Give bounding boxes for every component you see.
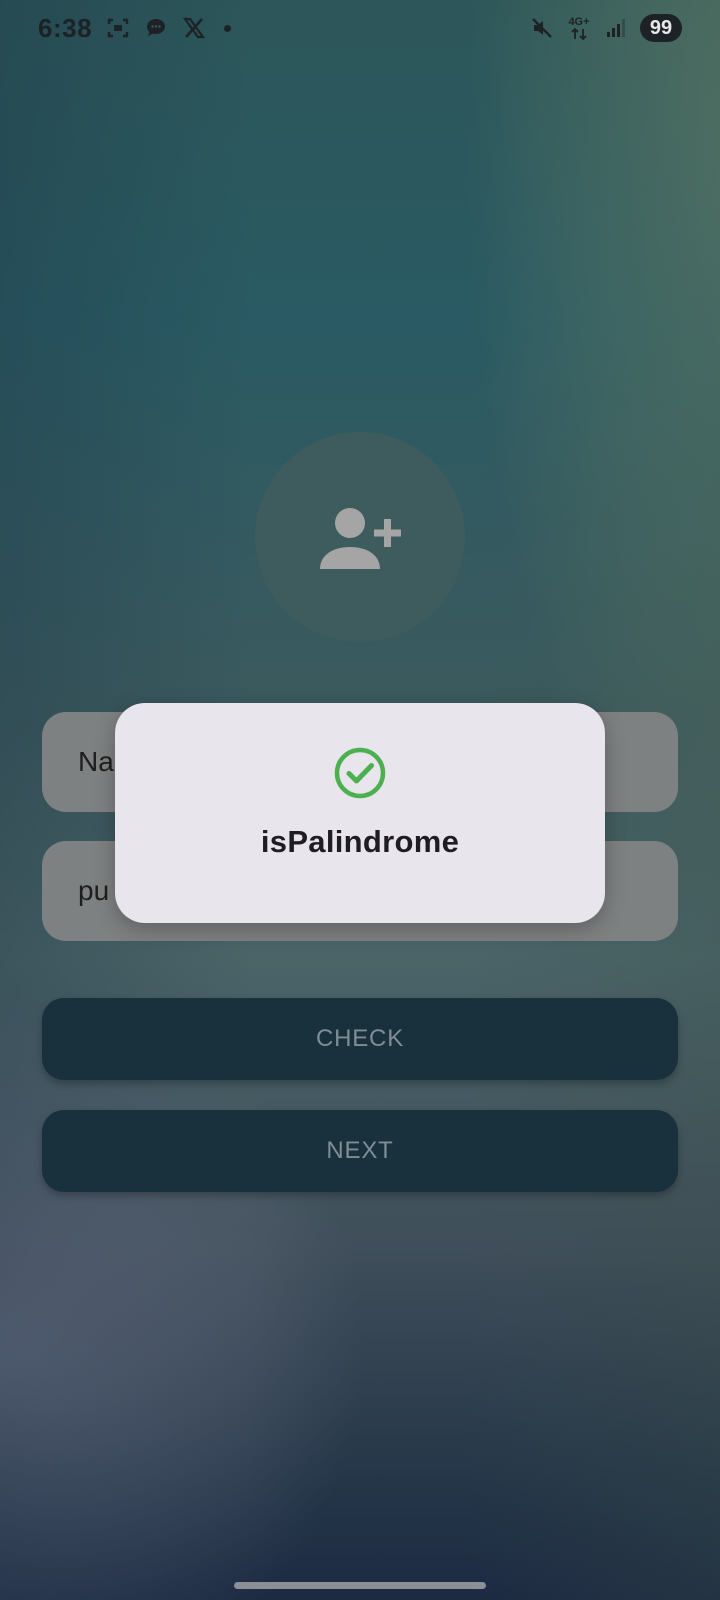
signal-icon — [604, 16, 628, 40]
status-bar: 6:38 4G+ 99 — [0, 0, 720, 56]
dialog-message: isPalindrome — [260, 824, 460, 859]
screenshot-icon — [106, 16, 130, 40]
network-4g-icon: 4G+ — [566, 16, 592, 40]
check-circle-icon — [334, 747, 386, 799]
status-time: 6:38 — [38, 12, 93, 43]
person-add-icon — [320, 508, 401, 569]
palindrome-input-value: pu — [78, 875, 110, 906]
network-label: 4G+ — [568, 15, 590, 28]
add-user-avatar-button[interactable] — [255, 432, 465, 642]
next-button[interactable]: NEXT — [42, 1110, 678, 1192]
check-button[interactable]: CHECK — [42, 998, 678, 1080]
status-left: 6:38 — [38, 12, 232, 44]
x-logo-icon — [182, 16, 206, 40]
status-right: 4G+ 99 — [530, 14, 682, 42]
home-indicator[interactable] — [234, 1582, 486, 1589]
mute-icon — [530, 16, 554, 40]
name-input-value: Na — [78, 746, 114, 777]
chat-bubble-icon — [144, 16, 168, 40]
result-dialog[interactable]: isPalindrome — [115, 703, 605, 923]
battery-indicator: 99 — [640, 14, 682, 42]
notification-dot-icon — [224, 24, 232, 32]
